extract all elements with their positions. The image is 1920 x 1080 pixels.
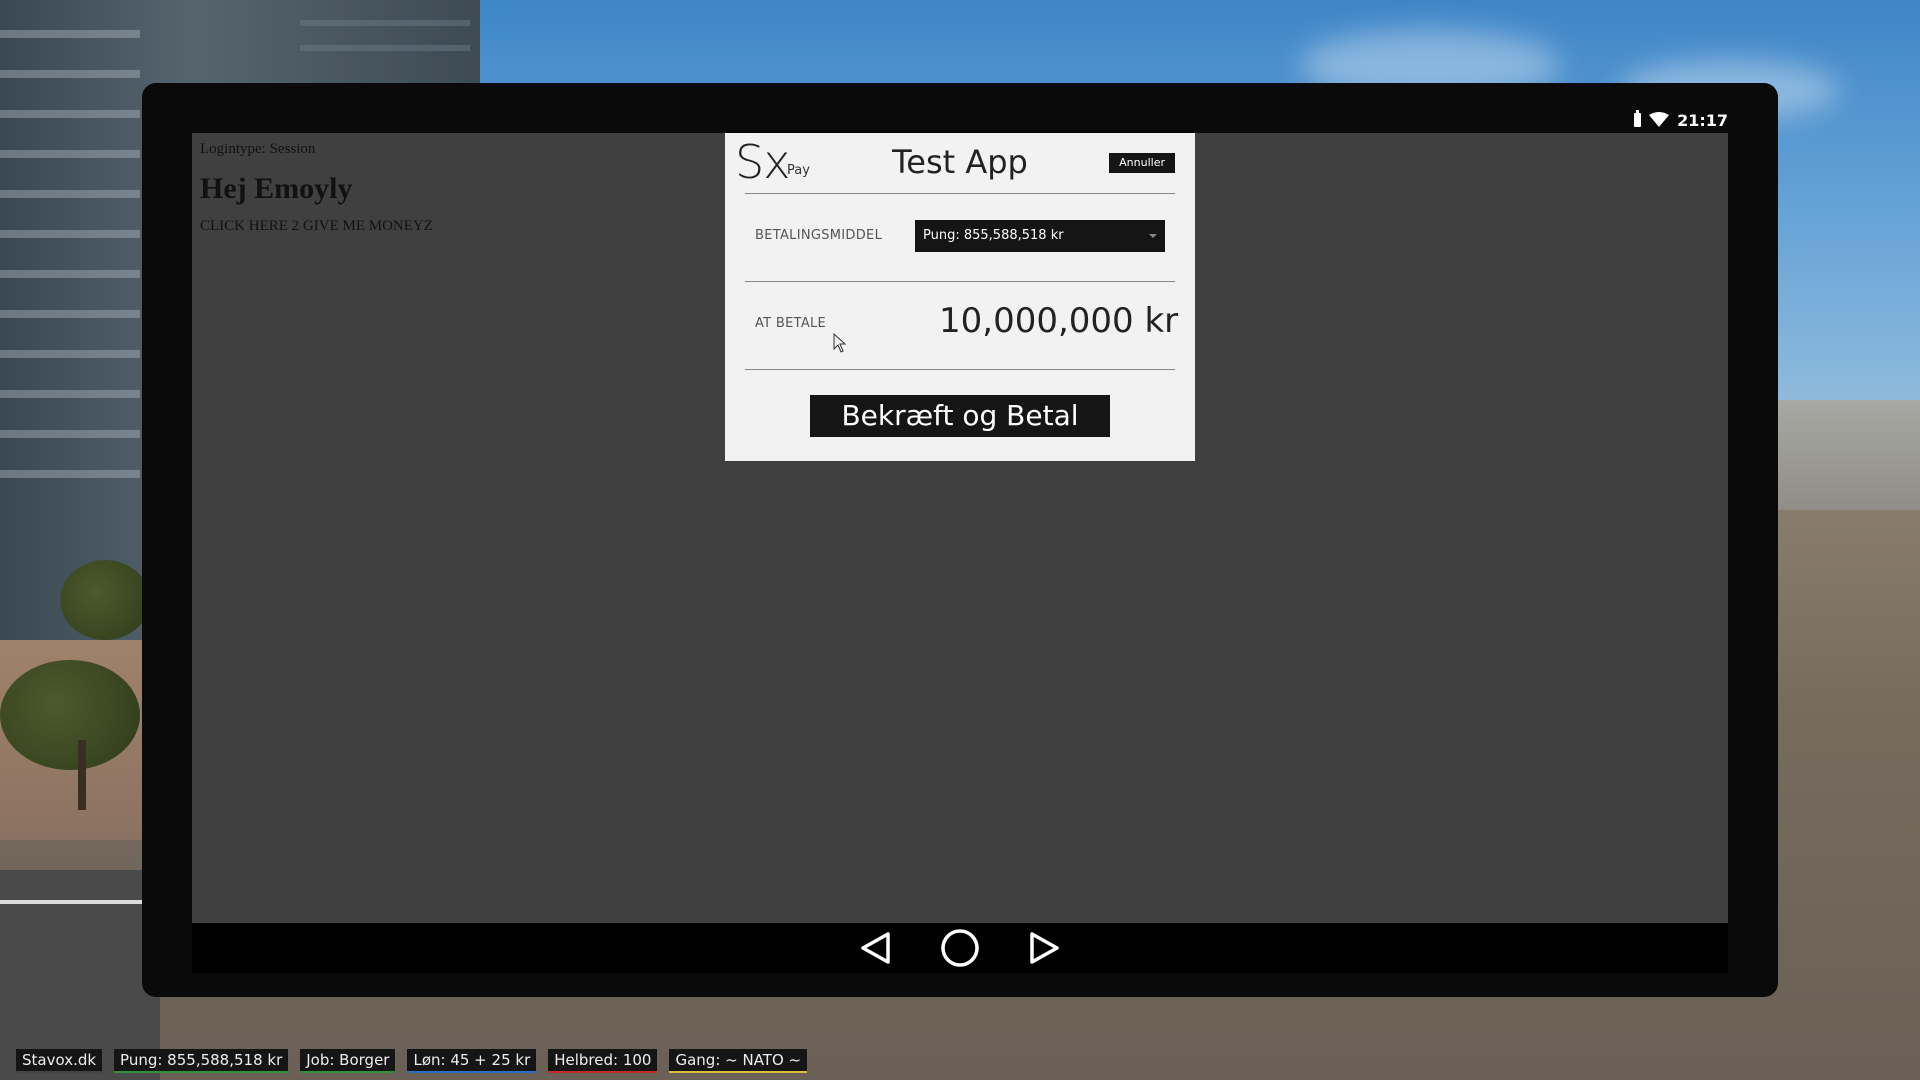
forward-icon — [1030, 932, 1059, 964]
hud-job: Job: Borger — [300, 1049, 396, 1073]
status-bar: 21:17 — [192, 107, 1728, 133]
nav-home-button[interactable] — [940, 928, 980, 968]
chevron-down-icon — [1149, 234, 1157, 238]
mouse-cursor-icon — [833, 333, 847, 353]
tree-trunk — [78, 740, 86, 810]
game-hud: Stavox.dk Pung: 855,588,518 kr Job: Borg… — [16, 1049, 808, 1073]
cancel-button[interactable]: Annuller — [1109, 153, 1175, 173]
navigation-bar — [192, 923, 1728, 973]
hud-wallet: Pung: 855,588,518 kr — [114, 1049, 289, 1073]
amount-value: 10,000,000 kr — [939, 301, 1179, 341]
payment-method-select[interactable]: Pung: 855,588,518 kr — [915, 220, 1165, 252]
amount-label: AT BETALE — [755, 316, 827, 331]
payment-header: Sx Pay Test App Annuller — [725, 133, 1195, 193]
wifi-icon — [1649, 112, 1670, 127]
hud-server: Stavox.dk — [16, 1049, 103, 1073]
web-page: Logintype: Session Hej Emoyly CLICK HERE… — [200, 141, 433, 235]
nav-back-button[interactable] — [856, 928, 896, 968]
tree — [0, 660, 140, 770]
hud-salary: Løn: 45 + 25 kr — [407, 1049, 537, 1073]
confirm-pay-button[interactable]: Bekræft og Betal — [810, 395, 1110, 437]
login-type-text: Logintype: Session — [200, 141, 316, 157]
divider — [745, 281, 1175, 282]
give-money-link[interactable]: CLICK HERE 2 GIVE ME MONEYZ — [200, 218, 433, 235]
divider — [745, 369, 1175, 370]
hud-gang: Gang: ~ NATO ~ — [669, 1049, 808, 1073]
road-line — [0, 900, 160, 904]
divider — [745, 193, 1175, 194]
payment-method-value: Pung: 855,588,518 kr — [923, 228, 1064, 243]
home-icon — [941, 929, 979, 967]
tree — [60, 560, 150, 640]
greeting-heading: Hej Emoyly — [200, 172, 353, 205]
payment-method-label: BETALINGSMIDDEL — [755, 228, 883, 243]
back-icon — [861, 932, 890, 964]
nav-forward-button[interactable] — [1024, 928, 1064, 968]
payment-dialog: Sx Pay Test App Annuller BETALINGSMIDDEL… — [725, 133, 1195, 461]
status-clock: 21:17 — [1677, 110, 1728, 130]
battery-icon — [1634, 110, 1642, 127]
hud-health: Helbred: 100 — [548, 1049, 658, 1073]
